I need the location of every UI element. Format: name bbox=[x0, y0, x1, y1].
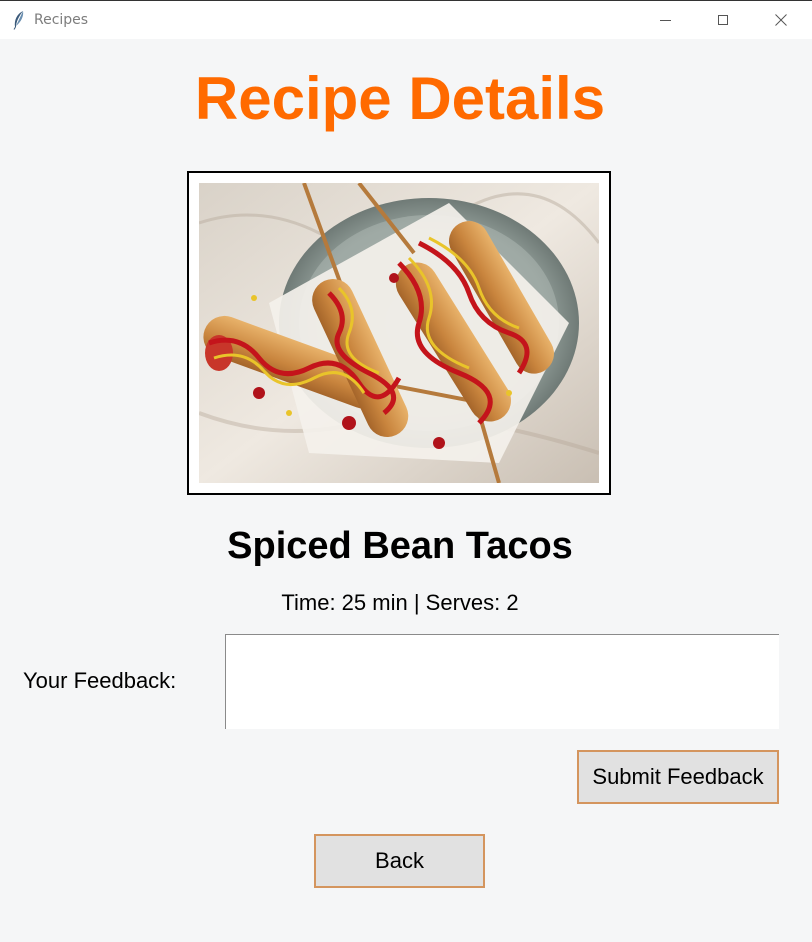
window-title: Recipes bbox=[34, 12, 89, 28]
feedback-input[interactable] bbox=[225, 634, 779, 729]
maximize-button[interactable] bbox=[694, 1, 752, 39]
feather-icon bbox=[12, 10, 26, 30]
recipe-image-frame bbox=[187, 171, 611, 495]
submit-feedback-button[interactable]: Submit Feedback bbox=[577, 750, 779, 804]
app-window: Recipes Recipe Details Spiced Bean Tacos… bbox=[0, 0, 812, 942]
recipe-meta: Time: 25 min | Serves: 2 bbox=[281, 590, 519, 615]
maximize-icon bbox=[718, 15, 728, 25]
minimize-icon bbox=[659, 19, 671, 21]
back-button[interactable]: Back bbox=[314, 834, 485, 888]
recipe-name: Spiced Bean Tacos bbox=[227, 525, 573, 567]
title-bar[interactable]: Recipes bbox=[0, 1, 812, 39]
page-title: Recipe Details bbox=[194, 65, 606, 132]
close-button[interactable] bbox=[752, 1, 810, 39]
close-icon bbox=[775, 14, 787, 26]
minimize-button[interactable] bbox=[636, 1, 694, 39]
feedback-label: Your Feedback: bbox=[23, 668, 177, 693]
recipe-image bbox=[199, 183, 599, 483]
